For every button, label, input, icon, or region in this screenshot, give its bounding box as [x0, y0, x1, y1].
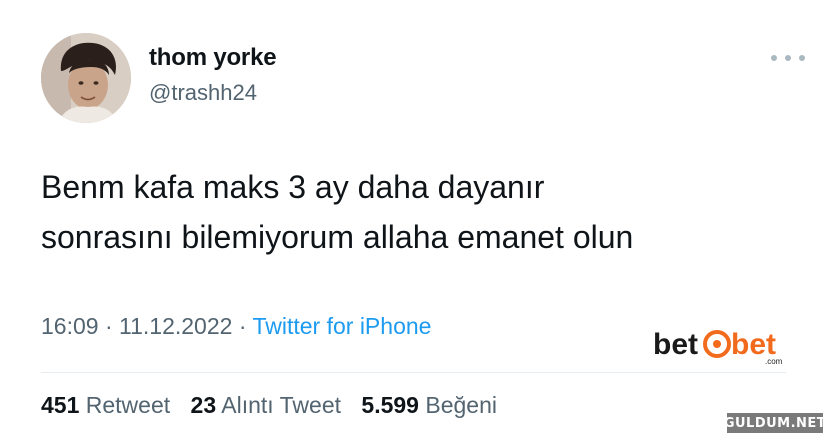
tweet-date[interactable]: 11.12.2022 — [119, 313, 232, 339]
retweets-label: Retweet — [85, 392, 171, 418]
tweet-card: thom yorke @trashh24 Benm kafa maks 3 ay… — [0, 0, 827, 437]
tweet-meta: 16:09 · 11.12.2022 · Twitter for iPhone — [41, 313, 431, 340]
guldum-watermark: GULDUM.NET — [724, 413, 826, 433]
meta-separator: · — [238, 313, 247, 339]
likes-count: 5.599 — [361, 392, 419, 418]
tweet-text: Benm kafa maks 3 ay daha dayanır sonrası… — [41, 162, 781, 262]
retweets-stat[interactable]: 451 Retweet — [41, 392, 170, 418]
stats-divider — [41, 372, 786, 373]
more-dot — [799, 55, 805, 61]
tweet-time[interactable]: 16:09 — [41, 313, 99, 339]
quotes-stat[interactable]: 23 Alıntı Tweet — [191, 392, 341, 418]
user-handle[interactable]: @trashh24 — [149, 80, 257, 106]
tweet-source-link[interactable]: Twitter for iPhone — [252, 313, 431, 339]
svg-text:bet: bet — [653, 328, 698, 361]
likes-label: Beğeni — [425, 392, 497, 418]
tweet-stats: 451 Retweet 23 Alıntı Tweet 5.599 Beğeni — [41, 392, 497, 419]
betebet-watermark-logo: bet bet .com — [653, 328, 783, 366]
svg-text:.com: .com — [765, 357, 783, 366]
display-name[interactable]: thom yorke — [149, 44, 277, 72]
tweet-text-line: Benm kafa maks 3 ay daha dayanır — [41, 169, 545, 205]
quotes-count: 23 — [190, 392, 217, 418]
quotes-label: Alıntı Tweet — [221, 392, 342, 418]
tweet-text-line: sonrasını bilemiyorum allaha emanet olun — [41, 219, 634, 255]
avatar-photo — [41, 33, 131, 123]
likes-stat[interactable]: 5.599 Beğeni — [361, 392, 497, 418]
more-horizontal-icon[interactable] — [771, 50, 805, 66]
more-dot — [785, 55, 791, 61]
more-dot — [771, 55, 777, 61]
retweets-count: 451 — [41, 392, 80, 418]
meta-separator: · — [104, 313, 113, 339]
avatar[interactable] — [41, 33, 131, 123]
